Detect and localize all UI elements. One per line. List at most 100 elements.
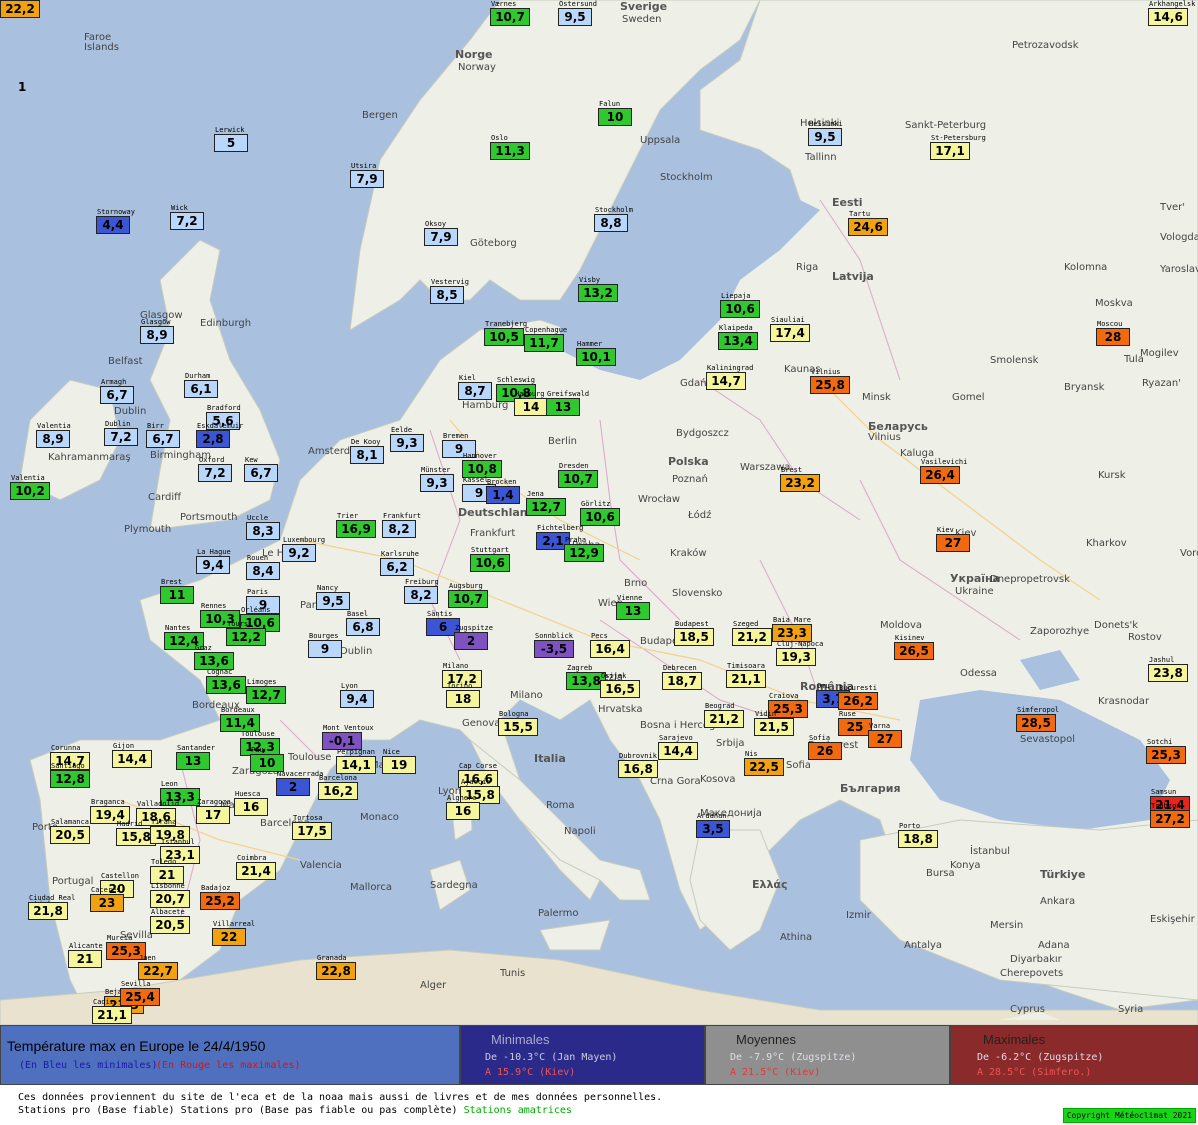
station-marker[interactable]: Osijek 16,5 — [600, 672, 640, 698]
station-marker[interactable]: Lerwick 5 — [214, 126, 248, 152]
station-marker[interactable]: Ruse 25 — [838, 710, 872, 736]
station-marker[interactable]: Freiburg 8,2 — [404, 578, 439, 604]
station-marker[interactable]: Hammer 10,1 — [576, 340, 616, 366]
station-marker[interactable]: Vidin 21,5 — [754, 710, 794, 736]
station-marker[interactable]: Helsinki 9,5 — [808, 120, 843, 146]
station-marker[interactable]: Nancy 9,5 — [316, 584, 350, 610]
station-marker[interactable]: St-Petersburg 17,1 — [930, 134, 986, 160]
station-marker[interactable]: Ardahan 3,5 — [696, 812, 730, 838]
station-marker[interactable]: Sofia 26 — [808, 734, 842, 760]
station-marker[interactable]: Barcelona 16,2 — [318, 774, 358, 800]
station-marker[interactable]: Santander 13 — [176, 744, 215, 770]
station-marker[interactable]: Falun 10 — [598, 100, 632, 126]
station-marker[interactable]: Vilnius 25,8 — [810, 368, 850, 394]
station-marker[interactable]: Greifswald 13 — [546, 390, 589, 416]
station-marker[interactable]: Luxembourg 9,2 — [282, 536, 325, 562]
station-marker[interactable]: Caceres 23 — [90, 886, 124, 912]
station-marker[interactable]: Brocken 1,4 — [486, 478, 520, 504]
station-marker[interactable]: Varna 27 — [868, 722, 902, 748]
station-marker[interactable]: Lisbonne 20,7 — [150, 882, 190, 908]
station-marker[interactable]: Frankfurt 8,2 — [382, 512, 421, 538]
station-marker[interactable]: Eskdalemuir 2,8 — [196, 422, 243, 448]
station-marker[interactable]: Nice 19 — [382, 748, 416, 774]
station-marker[interactable]: De Kooy 8,1 — [350, 438, 384, 464]
station-marker[interactable]: Jaen 22,7 — [138, 954, 178, 980]
station-marker[interactable]: Oxford 7,2 — [198, 456, 232, 482]
station-marker[interactable]: Granada 22,8 — [316, 954, 356, 980]
station-marker[interactable]: Port Lyautey22,2 — [0, 0, 40, 18]
station-marker[interactable]: Gijon 14,4 — [112, 742, 152, 768]
station-marker[interactable]: Copenhague 11,7 — [524, 326, 567, 352]
station-marker[interactable]: Uccle 8,3 — [246, 514, 280, 540]
station-marker[interactable]: Jena 12,7 — [526, 490, 566, 516]
station-marker[interactable]: Tours 12,2 — [226, 620, 266, 646]
station-marker[interactable]: Liepaja 10,6 — [720, 292, 760, 318]
station-marker[interactable]: Vasilevichi 26,4 — [920, 458, 967, 484]
station-marker[interactable]: Hamburg 14 — [514, 390, 548, 416]
station-marker[interactable]: Östersund 9,5 — [558, 0, 597, 26]
station-marker[interactable]: Visby 13,2 — [578, 276, 618, 302]
station-marker[interactable]: Valentia 10,2 — [10, 474, 50, 500]
station-marker[interactable]: Limoges 12,7 — [246, 678, 286, 704]
station-marker[interactable]: Szeged 21,2 — [732, 620, 772, 646]
station-marker[interactable]: Ciudad Real 21,8 — [28, 894, 75, 920]
station-marker[interactable]: Bucuresti 26,2 — [838, 684, 878, 710]
station-marker[interactable]: Sotchi 25,3 — [1146, 738, 1186, 764]
station-marker[interactable]: Praha 12,9 — [564, 536, 604, 562]
station-marker[interactable]: Trier 16,9 — [336, 512, 376, 538]
station-marker[interactable]: Sonnblick -3,5 — [534, 632, 574, 658]
station-marker[interactable]: Valentia 8,9 — [36, 422, 71, 448]
station-marker[interactable]: Karlsruhe 6,2 — [380, 550, 419, 576]
station-marker[interactable]: Bourges 9 — [308, 632, 342, 658]
station-marker[interactable]: Arkhangelsk 14,6 — [1148, 0, 1195, 26]
station-marker[interactable]: Vienne 13 — [616, 594, 650, 620]
station-marker[interactable]: Bologna 15,5 — [498, 710, 538, 736]
station-marker[interactable]: Alicante 21 — [68, 942, 103, 968]
station-marker[interactable]: Kiel 8,7 — [458, 374, 492, 400]
station-marker[interactable]: Oslo 11,3 — [490, 134, 530, 160]
station-marker[interactable]: La Hague 9,4 — [196, 548, 231, 574]
station-marker[interactable]: Sarajevo 14,4 — [658, 734, 698, 760]
station-marker[interactable]: Utsira 7,9 — [350, 162, 384, 188]
station-marker[interactable]: Tranebjerg 10,5 — [484, 320, 527, 346]
station-marker[interactable]: Oksoy 7,9 — [424, 220, 458, 246]
station-marker[interactable]: Alghero 16 — [446, 794, 480, 820]
station-marker[interactable]: Zaragoza 17 — [196, 798, 231, 824]
station-marker[interactable]: Augsburg 10,7 — [448, 582, 488, 608]
station-marker[interactable]: Beograd 21,2 — [704, 702, 744, 728]
station-marker[interactable]: Basel 6,8 — [346, 610, 380, 636]
station-marker[interactable]: Kew 6,7 — [244, 456, 278, 482]
station-marker[interactable]: Jashul 23,8 — [1148, 656, 1188, 682]
station-marker[interactable]: Debrecen 18,7 — [662, 664, 702, 690]
station-marker[interactable]: Cognac 13,6 — [206, 668, 246, 694]
station-marker[interactable]: Tartu 24,6 — [848, 210, 888, 236]
station-marker[interactable]: Brest 11 — [160, 578, 194, 604]
station-marker[interactable]: Salamanca 20,5 — [50, 818, 90, 844]
station-marker[interactable]: Lyon 9,4 — [340, 682, 374, 708]
station-marker[interactable]: Eelde 9,3 — [390, 426, 424, 452]
station-marker[interactable]: Badajoz 25,2 — [200, 884, 240, 910]
station-marker[interactable]: Kaliningrad 14,7 — [706, 364, 753, 390]
station-marker[interactable]: Durham 6,1 — [184, 372, 218, 398]
station-marker[interactable]: Budapest 18,5 — [674, 620, 714, 646]
station-marker[interactable]: Kisinev 26,5 — [894, 634, 934, 660]
station-marker[interactable]: Stornoway 4,4 — [96, 208, 135, 234]
station-marker[interactable]: Kiev 27 — [936, 526, 970, 552]
station-marker[interactable]: Porto 18,8 — [898, 822, 938, 848]
station-marker[interactable]: Siauliai 17,4 — [770, 316, 810, 342]
station-marker[interactable]: Rouen 8,4 — [246, 554, 280, 580]
station-marker[interactable]: Klaipeda 13,4 — [718, 324, 758, 350]
station-marker[interactable]: Villarreal 22 — [212, 920, 255, 946]
station-marker[interactable]: Dresden 10,7 — [558, 462, 598, 488]
station-marker[interactable]: Vestervig 8,5 — [430, 278, 469, 304]
station-marker[interactable]: Sevilla 25,4 — [120, 980, 160, 1006]
station-marker[interactable]: Albacete 20,5 — [150, 908, 190, 934]
station-marker[interactable]: Armagh 6,7 — [100, 378, 134, 404]
station-marker[interactable]: Brest 23,2 — [780, 466, 820, 492]
station-marker[interactable]: Görlitz 10,6 — [580, 500, 620, 526]
station-marker[interactable]: Birr 6,7 — [146, 422, 180, 448]
station-marker[interactable]: Torino 18 — [446, 682, 480, 708]
station-marker[interactable]: Pecs 16,4 — [590, 632, 630, 658]
station-marker[interactable]: Santiago 12,8 — [50, 762, 90, 788]
station-marker[interactable]: Wick 7,2 — [170, 204, 204, 230]
